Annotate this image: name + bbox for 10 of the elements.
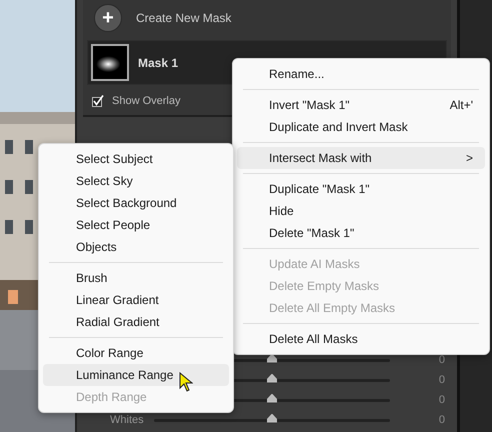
mask-name: Mask 1 bbox=[138, 56, 178, 70]
submenu-arrow: > bbox=[466, 151, 473, 165]
slider-value: 0 bbox=[438, 374, 445, 386]
checkbox-label: Show Overlay bbox=[112, 95, 180, 107]
slider-value: 0 bbox=[438, 414, 445, 426]
shortcut-text: Alt+' bbox=[450, 98, 473, 112]
create-mask-label: Create New Mask bbox=[136, 11, 232, 25]
slider-label: Whites bbox=[110, 414, 145, 426]
slider-value: 0 bbox=[438, 394, 445, 406]
slider-value: 0 bbox=[438, 354, 445, 366]
